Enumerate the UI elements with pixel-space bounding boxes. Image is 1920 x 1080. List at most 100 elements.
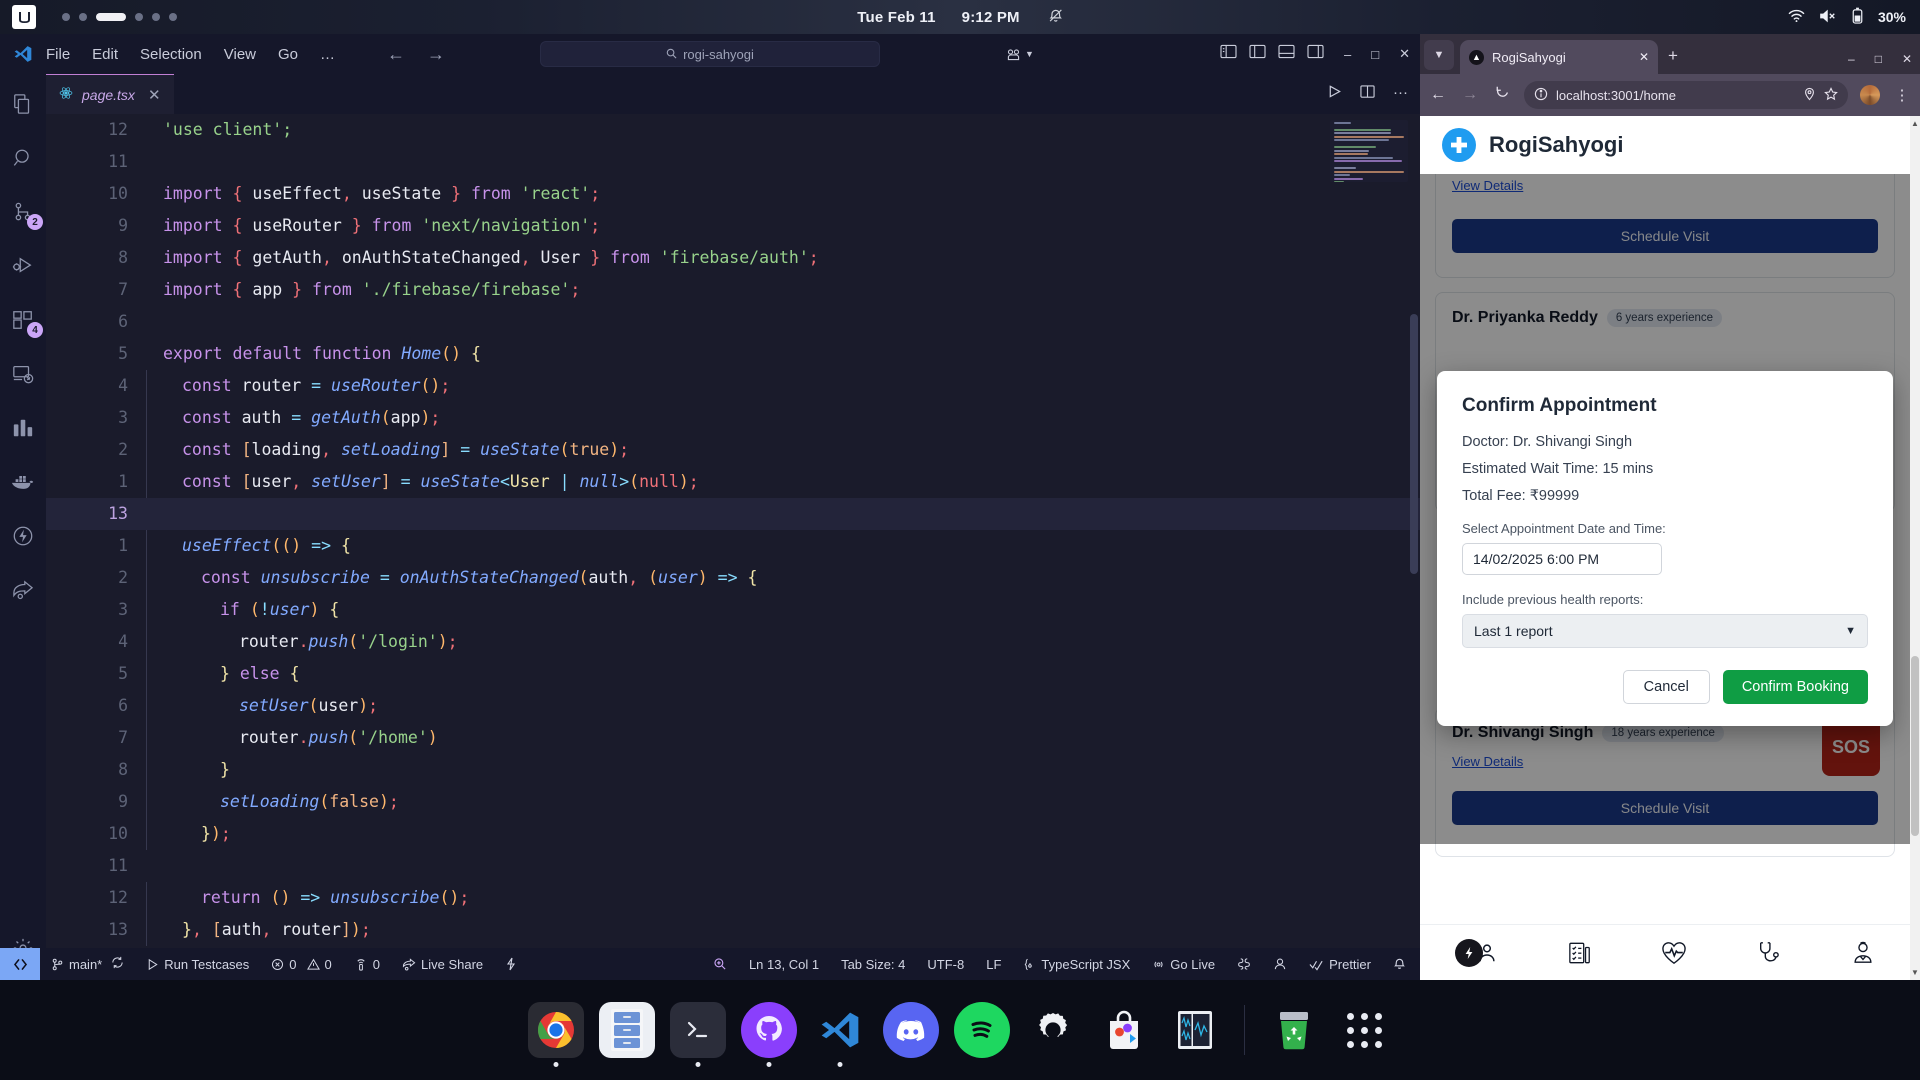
volume-muted-icon[interactable] bbox=[1819, 9, 1837, 26]
code-line[interactable]: 13}, [auth, router]); bbox=[46, 914, 1420, 946]
vscode-status-bar[interactable]: main* Run Testcases 0 0 0 Live Share Ln … bbox=[0, 948, 1420, 980]
sync-icon[interactable] bbox=[111, 956, 124, 972]
chevron-down-icon[interactable]: ▼ bbox=[1424, 40, 1454, 70]
editor-tab-page-tsx[interactable]: page.tsx ✕ bbox=[46, 74, 174, 114]
maximize-button[interactable]: □ bbox=[1371, 47, 1379, 62]
nav-reports[interactable] bbox=[1568, 941, 1592, 965]
appointment-datetime-input[interactable]: 14/02/2025 6:00 PM bbox=[1462, 543, 1662, 575]
code-line[interactable]: 5} else { bbox=[46, 658, 1420, 690]
close-button[interactable]: ✕ bbox=[1399, 46, 1410, 62]
status-cursor-position[interactable]: Ln 13, Col 1 bbox=[738, 948, 830, 980]
vscode-activity-bar[interactable]: 2 4 bbox=[0, 74, 46, 980]
code-line[interactable]: 3 const auth = getAuth(app); bbox=[46, 402, 1420, 434]
site-info-icon[interactable] bbox=[1534, 87, 1548, 104]
menu-selection[interactable]: Selection bbox=[140, 46, 202, 63]
bell-icon[interactable] bbox=[1382, 948, 1420, 980]
code-line[interactable]: 12 'use client'; bbox=[46, 114, 1420, 146]
dock-app-terminal[interactable] bbox=[669, 1002, 726, 1067]
health-reports-select[interactable]: Last 1 report ▼ bbox=[1462, 614, 1868, 648]
minimize-button[interactable]: – bbox=[1848, 52, 1855, 66]
workspace-dot[interactable] bbox=[152, 13, 160, 21]
vscode-menubar[interactable]: File Edit Selection View Go … bbox=[46, 46, 335, 63]
code-line[interactable]: 3 if (!user) { bbox=[46, 594, 1420, 626]
code-line[interactable]: 8 import { getAuth, onAuthStateChanged, U… bbox=[46, 242, 1420, 274]
profile-avatar[interactable] bbox=[1860, 85, 1880, 105]
arrow-forward-icon[interactable]: → bbox=[1460, 86, 1480, 104]
toggle-secondary-sidebar-icon[interactable] bbox=[1249, 44, 1266, 64]
code-line[interactable]: 4 router.push('/login'); bbox=[46, 626, 1420, 658]
code-line[interactable]: 2 const unsubscribe = onAuthStateChanged(… bbox=[46, 562, 1420, 594]
status-thunder[interactable] bbox=[494, 948, 528, 980]
split-editor-icon[interactable] bbox=[1360, 84, 1375, 103]
code-line[interactable]: 1 const [user, setUser] = useState<User |… bbox=[46, 466, 1420, 498]
toggle-panel-icon[interactable] bbox=[1278, 44, 1295, 64]
status-zoom[interactable] bbox=[702, 948, 738, 980]
run-and-debug-icon[interactable] bbox=[9, 252, 37, 280]
cancel-button[interactable]: Cancel bbox=[1622, 670, 1710, 704]
code-line[interactable]: 7 import { app } from './firebase/firebas… bbox=[46, 274, 1420, 306]
nav-consult[interactable] bbox=[1757, 941, 1781, 965]
bell-muted-icon[interactable] bbox=[1048, 8, 1063, 27]
menu-file[interactable]: File bbox=[46, 46, 70, 63]
status-ports[interactable]: 0 bbox=[343, 948, 391, 980]
status-language-mode[interactable]: TypeScript JSX bbox=[1012, 948, 1141, 980]
code-line[interactable]: 9 setLoading(false); bbox=[46, 786, 1420, 818]
scroll-up-arrow[interactable]: ▲ bbox=[1911, 119, 1919, 128]
code-line[interactable]: 6 bbox=[46, 306, 1420, 338]
code-line[interactable]: 5 export default function Home() { bbox=[46, 338, 1420, 370]
toggle-primary-sidebar-icon[interactable] bbox=[1220, 44, 1237, 64]
star-icon[interactable] bbox=[1824, 86, 1838, 104]
docker-icon[interactable] bbox=[9, 468, 37, 496]
arrow-back-icon[interactable]: ← bbox=[1428, 86, 1448, 104]
menu-view[interactable]: View bbox=[224, 46, 256, 63]
reload-icon[interactable] bbox=[1492, 85, 1512, 105]
code-line[interactable]: 13 bbox=[46, 498, 1420, 530]
dock-app-system-monitor[interactable] bbox=[1167, 1002, 1223, 1058]
dock-app-spotify[interactable] bbox=[953, 1002, 1010, 1058]
dock-app-trash[interactable] bbox=[1266, 1002, 1322, 1058]
address-bar[interactable]: localhost:3001/home bbox=[1524, 81, 1848, 109]
location-pin-icon[interactable] bbox=[1803, 87, 1816, 104]
status-problems[interactable]: 0 0 bbox=[260, 948, 342, 980]
editor-scrollbar[interactable] bbox=[1410, 314, 1418, 574]
share-icon[interactable] bbox=[9, 576, 37, 604]
gitlens-icon[interactable] bbox=[1226, 948, 1262, 980]
status-tab-size[interactable]: Tab Size: 4 bbox=[830, 948, 916, 980]
os-dock[interactable] bbox=[0, 980, 1920, 1080]
dock-app-github-desktop[interactable] bbox=[740, 1002, 797, 1067]
os-system-tray[interactable]: 30% bbox=[1788, 7, 1906, 27]
nav-doctors[interactable] bbox=[1851, 941, 1875, 965]
status-eol[interactable]: LF bbox=[975, 948, 1012, 980]
status-encoding[interactable]: UTF-8 bbox=[916, 948, 975, 980]
workspace-dot[interactable] bbox=[62, 13, 70, 21]
explorer-icon[interactable] bbox=[9, 90, 37, 118]
dock-app-google-chrome[interactable] bbox=[527, 1002, 584, 1067]
code-line[interactable]: 4 const router = useRouter(); bbox=[46, 370, 1420, 402]
status-run-testcases[interactable]: Run Testcases bbox=[135, 948, 260, 980]
app-bottom-navigation[interactable] bbox=[1420, 924, 1910, 980]
extensions-icon[interactable]: 4 bbox=[9, 306, 43, 338]
minimize-button[interactable]: – bbox=[1344, 47, 1351, 62]
code-line[interactable]: 7 router.push('/home') bbox=[46, 722, 1420, 754]
code-line[interactable]: 11 bbox=[46, 850, 1420, 882]
code-line[interactable]: 8} bbox=[46, 754, 1420, 786]
workspace-dot-active[interactable] bbox=[96, 13, 126, 21]
customize-layout-icon[interactable] bbox=[1307, 44, 1324, 64]
code-line[interactable]: 1 useEffect(() => { bbox=[46, 530, 1420, 562]
account-icon[interactable] bbox=[1262, 948, 1298, 980]
chrome-window-controls[interactable]: – □ ✕ bbox=[1848, 52, 1912, 66]
code-line[interactable]: 6 setUser(user); bbox=[46, 690, 1420, 722]
page-scrollbar-track[interactable] bbox=[1910, 116, 1920, 980]
code-line[interactable]: 10}); bbox=[46, 818, 1420, 850]
source-control-icon[interactable]: 2 bbox=[9, 198, 43, 230]
workspace-dot[interactable] bbox=[169, 13, 177, 21]
code-line[interactable]: 12 return () => unsubscribe(); bbox=[46, 882, 1420, 914]
dock-app-files[interactable] bbox=[598, 1002, 655, 1058]
code-line[interactable]: 10 import { useEffect, useState } from 'r… bbox=[46, 178, 1420, 210]
os-clock[interactable]: Tue Feb 11 9:12 PM bbox=[857, 8, 1063, 27]
close-icon[interactable]: ✕ bbox=[1639, 50, 1649, 64]
status-go-live[interactable]: Go Live bbox=[1141, 948, 1226, 980]
ubuntu-logo[interactable] bbox=[12, 5, 36, 29]
battery-icon[interactable] bbox=[1851, 7, 1864, 27]
vscode-layout-controls[interactable] bbox=[1220, 44, 1324, 64]
